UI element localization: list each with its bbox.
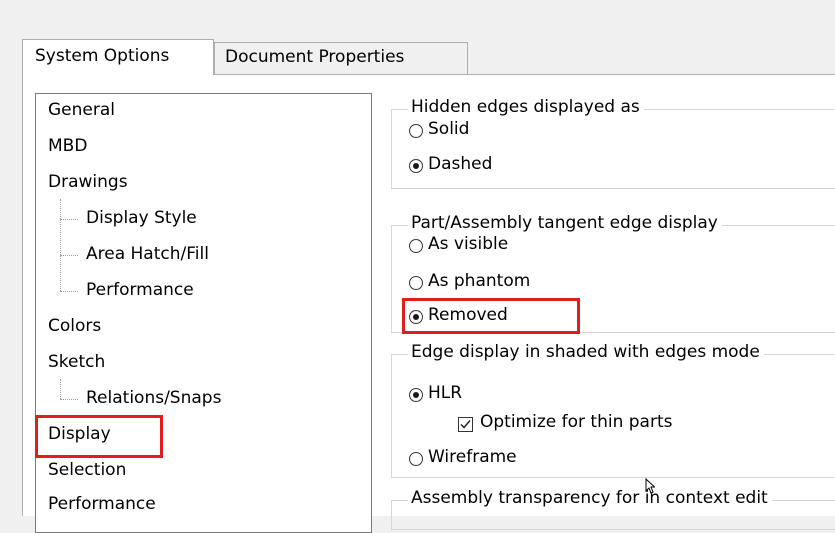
checkbox-optimize-thin-parts[interactable] [458, 417, 473, 432]
radio-as-visible[interactable] [409, 239, 423, 253]
tree-connector [60, 399, 78, 400]
hidden-edges-title: Hidden edges displayed as [408, 97, 644, 117]
tangent-edge-title: Part/Assembly tangent edge display [408, 213, 722, 233]
tree-item-selection[interactable]: Selection [48, 460, 126, 480]
radio-as-visible-label[interactable]: As visible [428, 234, 508, 254]
tree-connector [60, 291, 78, 292]
tree-item-sketch[interactable]: Sketch [48, 352, 105, 372]
assembly-transparency-title: Assembly transparency for in context edi… [408, 488, 772, 508]
options-tree[interactable]: General MBD Drawings Display Style Area … [35, 93, 372, 533]
radio-dashed[interactable] [409, 159, 423, 173]
tree-connector [60, 199, 61, 291]
tab-document-properties-label: Document Properties [225, 47, 405, 67]
tree-item-drawings[interactable]: Drawings [48, 172, 128, 192]
radio-solid-label[interactable]: Solid [428, 119, 469, 139]
assembly-transparency-group: Assembly transparency for in context edi… [391, 488, 835, 530]
radio-hlr-label[interactable]: HLR [428, 383, 462, 403]
tree-item-display-style[interactable]: Display Style [86, 208, 197, 228]
radio-solid[interactable] [409, 124, 423, 138]
radio-wireframe[interactable] [409, 452, 423, 466]
tree-item-performance[interactable]: Performance [48, 494, 156, 514]
radio-dashed-label[interactable]: Dashed [428, 154, 492, 174]
tree-item-drawings-performance[interactable]: Performance [86, 280, 194, 300]
mouse-cursor-icon [645, 478, 655, 494]
radio-as-phantom-label[interactable]: As phantom [428, 271, 530, 291]
tree-item-colors[interactable]: Colors [48, 316, 101, 336]
tab-document-properties[interactable]: Document Properties [214, 42, 468, 75]
tab-system-options-label: System Options [35, 46, 170, 66]
tree-connector [60, 219, 78, 220]
checkbox-optimize-thin-parts-label[interactable]: Optimize for thin parts [480, 412, 672, 432]
shaded-edges-title: Edge display in shaded with edges mode [408, 342, 764, 362]
tree-item-mbd[interactable]: MBD [48, 136, 87, 156]
radio-hlr[interactable] [409, 388, 423, 402]
tree-item-relations-snaps[interactable]: Relations/Snaps [86, 388, 221, 408]
checkmark-icon [460, 420, 471, 429]
tree-item-area-hatch-fill[interactable]: Area Hatch/Fill [86, 244, 209, 264]
tree-item-general[interactable]: General [48, 100, 115, 120]
highlight-removed-option [402, 298, 580, 334]
tree-connector [60, 379, 61, 399]
tree-connector [60, 255, 78, 256]
tab-system-options[interactable]: System Options [22, 39, 214, 75]
highlight-display-item [35, 415, 163, 458]
radio-as-phantom[interactable] [409, 276, 423, 290]
radio-wireframe-label[interactable]: Wireframe [428, 447, 517, 467]
